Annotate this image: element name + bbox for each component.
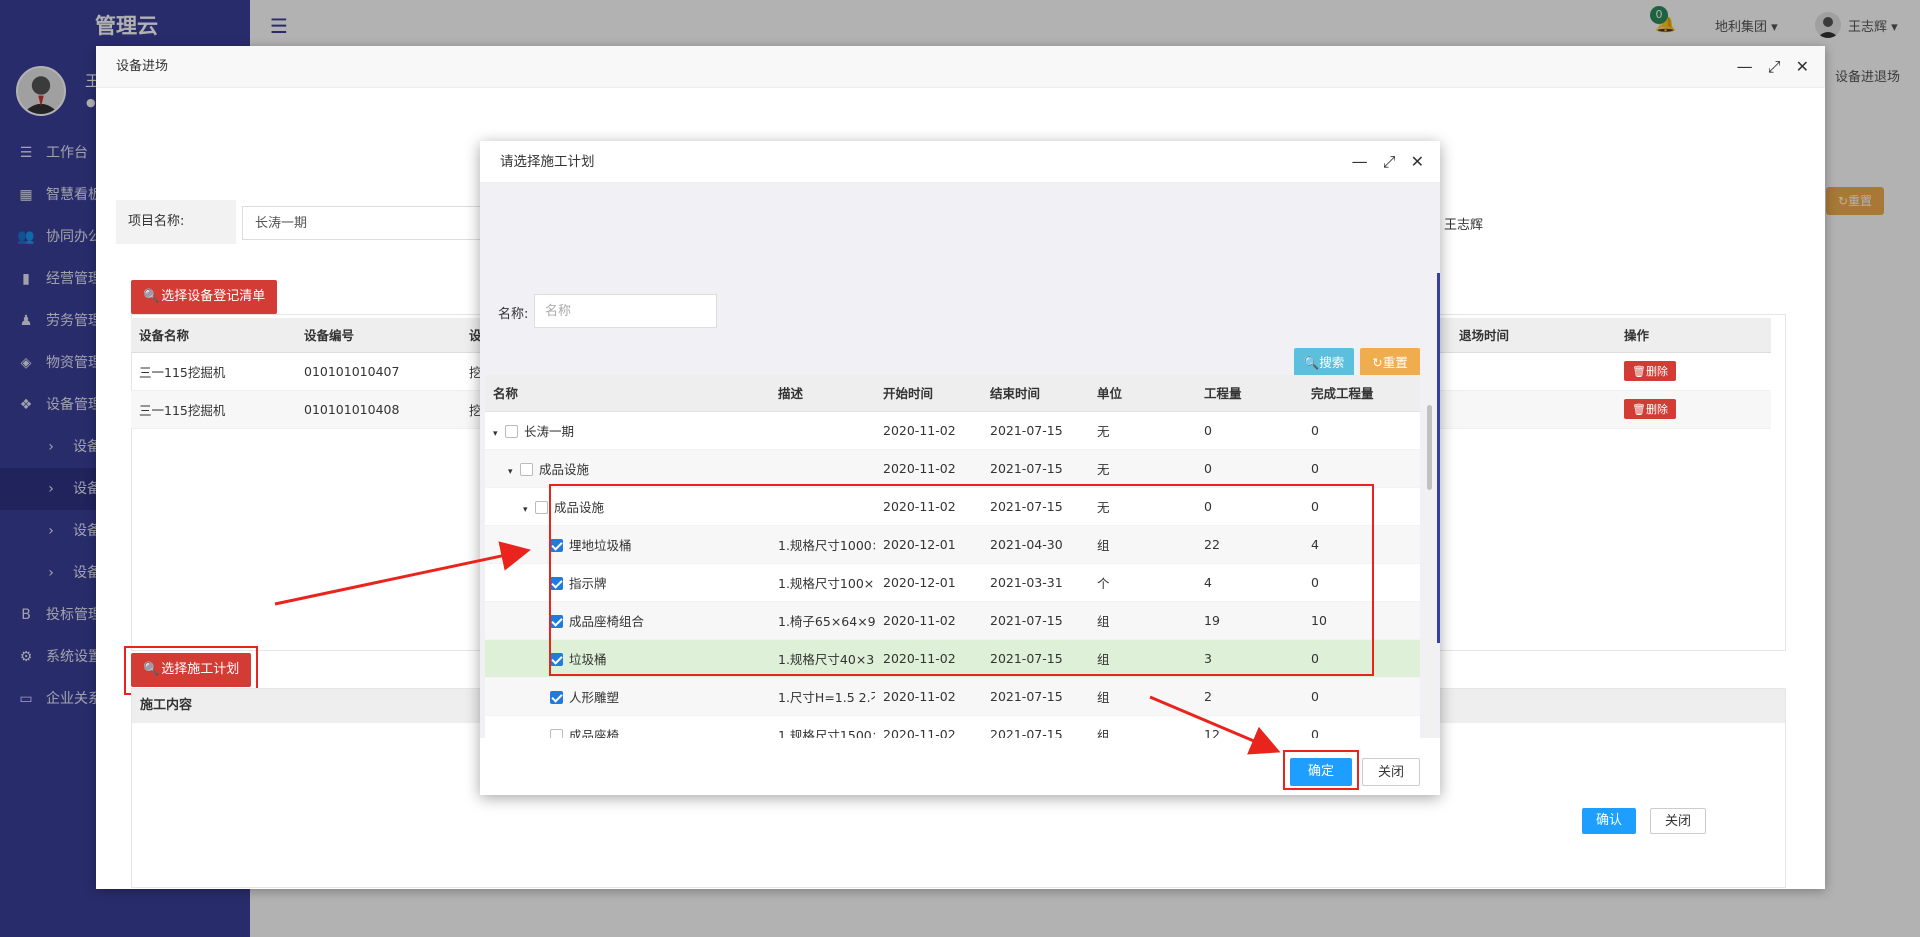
search-button[interactable]: 🔍搜索: [1294, 348, 1354, 378]
close-icon[interactable]: ✕: [1796, 57, 1809, 76]
select-equipment-list-button[interactable]: 🔍 选择设备登记清单: [131, 280, 278, 314]
plan-desc: 1.规格尺寸1500×50: [770, 715, 875, 738]
plan-start: 2020-11-02: [875, 449, 982, 488]
highlight-box-selected-rows: [549, 484, 1374, 676]
plan-name: 长涛一期: [524, 423, 575, 439]
plan-qty: 0: [1196, 411, 1303, 450]
plan-unit: 无: [1089, 449, 1196, 488]
plan-start: 2020-11-02: [875, 677, 982, 716]
col-equip-code: 设备编号: [296, 318, 461, 353]
plan-end: 2021-07-15: [982, 411, 1089, 450]
expand-toggle-icon[interactable]: ▾: [493, 429, 505, 439]
col-qty: 工程量: [1196, 375, 1303, 412]
project-name-label: 项目名称:: [116, 200, 236, 244]
table-row[interactable]: 人形雕塑 1.尺寸H=1.5 2.不锈2020-11-022021-07-15组2…: [485, 677, 1420, 716]
expand-toggle-icon[interactable]: ▾: [508, 467, 520, 477]
plan-qty: 2: [1196, 677, 1303, 716]
delete-button[interactable]: 🗑删除: [1624, 361, 1676, 381]
close-icon[interactable]: ✕: [1411, 152, 1424, 171]
plan-done: 0: [1303, 449, 1420, 488]
col-end: 结束时间: [982, 375, 1089, 412]
plan-desc: [770, 449, 875, 488]
table-row[interactable]: 成品座椅 1.规格尺寸1500×502020-11-022021-07-15组12…: [485, 715, 1420, 738]
plan-done: 0: [1303, 677, 1420, 716]
outer-modal-header: 设备进场 — ⤢ ✕: [96, 46, 1825, 88]
plan-desc: 1.尺寸H=1.5 2.不锈: [770, 677, 875, 716]
plan-start: 2020-11-02: [875, 715, 982, 738]
plan-unit: 组: [1089, 715, 1196, 738]
plan-unit: 无: [1089, 411, 1196, 450]
maximize-icon[interactable]: ⤢: [1383, 152, 1396, 171]
table-row[interactable]: ▾ 成品设施 2020-11-02 2021-07-15 无 0 0: [485, 449, 1420, 488]
minimize-icon[interactable]: —: [1352, 152, 1368, 171]
plan-unit: 组: [1089, 677, 1196, 716]
refresh-icon: ↻: [1372, 355, 1383, 370]
vertical-scrollbar[interactable]: [1425, 375, 1435, 738]
plan-name: 成品设施: [539, 461, 590, 477]
minimize-icon[interactable]: —: [1737, 57, 1753, 76]
plan-done: 0: [1303, 411, 1420, 450]
col-start: 开始时间: [875, 375, 982, 412]
select-plan-modal: 请选择施工计划 — ⤢ ✕ 名称: 名称 🔍搜索 ↻重置 名称 描述 开始时间 …: [480, 141, 1440, 795]
col-unit: 单位: [1089, 375, 1196, 412]
plan-end: 2021-07-15: [982, 449, 1089, 488]
name-filter-input[interactable]: 名称: [534, 294, 717, 328]
outer-close-button[interactable]: 关闭: [1650, 808, 1707, 834]
outer-confirm-button[interactable]: 确认: [1582, 808, 1637, 834]
col-name: 名称: [485, 375, 770, 412]
col-done: 完成工程量: [1303, 375, 1420, 412]
row-checkbox[interactable]: [505, 424, 518, 438]
name-filter-label: 名称:: [498, 307, 529, 322]
plan-name: 成品座椅: [569, 727, 620, 739]
inner-close-button[interactable]: 关闭: [1362, 758, 1420, 786]
plan-desc: [770, 411, 875, 450]
inner-modal-header: 请选择施工计划 — ⤢ ✕: [480, 141, 1440, 183]
plan-qty: 12: [1196, 715, 1303, 738]
col-leave-time: 退场时间: [1451, 318, 1616, 353]
project-manager: 王志辉: [1444, 218, 1484, 233]
col-action: 操作: [1616, 318, 1771, 353]
expand-toggle-icon[interactable]: ▾: [523, 505, 535, 515]
col-equip-name: 设备名称: [131, 318, 296, 353]
plan-qty: 0: [1196, 449, 1303, 488]
reset-button[interactable]: ↻重置: [1360, 348, 1420, 378]
plan-end: 2021-07-15: [982, 677, 1089, 716]
col-desc: 描述: [770, 375, 875, 412]
plan-start: 2020-11-02: [875, 411, 982, 450]
delete-button[interactable]: 🗑删除: [1624, 399, 1676, 419]
inner-modal-title: 请选择施工计划: [500, 154, 595, 170]
row-checkbox[interactable]: [550, 690, 563, 704]
scroll-track-indicator: [1437, 273, 1440, 643]
plan-name: 人形雕塑: [569, 689, 620, 705]
table-row[interactable]: ▾ 长涛一期 2020-11-02 2021-07-15 无 0 0: [485, 411, 1420, 450]
maximize-icon[interactable]: ⤢: [1768, 57, 1781, 76]
plan-done: 0: [1303, 715, 1420, 738]
row-checkbox[interactable]: [535, 500, 548, 514]
outer-modal-title: 设备进场: [116, 59, 169, 74]
row-checkbox[interactable]: [550, 728, 563, 738]
highlight-box-confirm: [1283, 750, 1359, 790]
row-checkbox[interactable]: [520, 462, 533, 476]
scrollbar-thumb[interactable]: [1427, 405, 1432, 490]
plan-end: 2021-07-15: [982, 715, 1089, 738]
search-icon: 🔍: [1303, 355, 1320, 370]
search-icon: 🔍: [143, 289, 160, 304]
